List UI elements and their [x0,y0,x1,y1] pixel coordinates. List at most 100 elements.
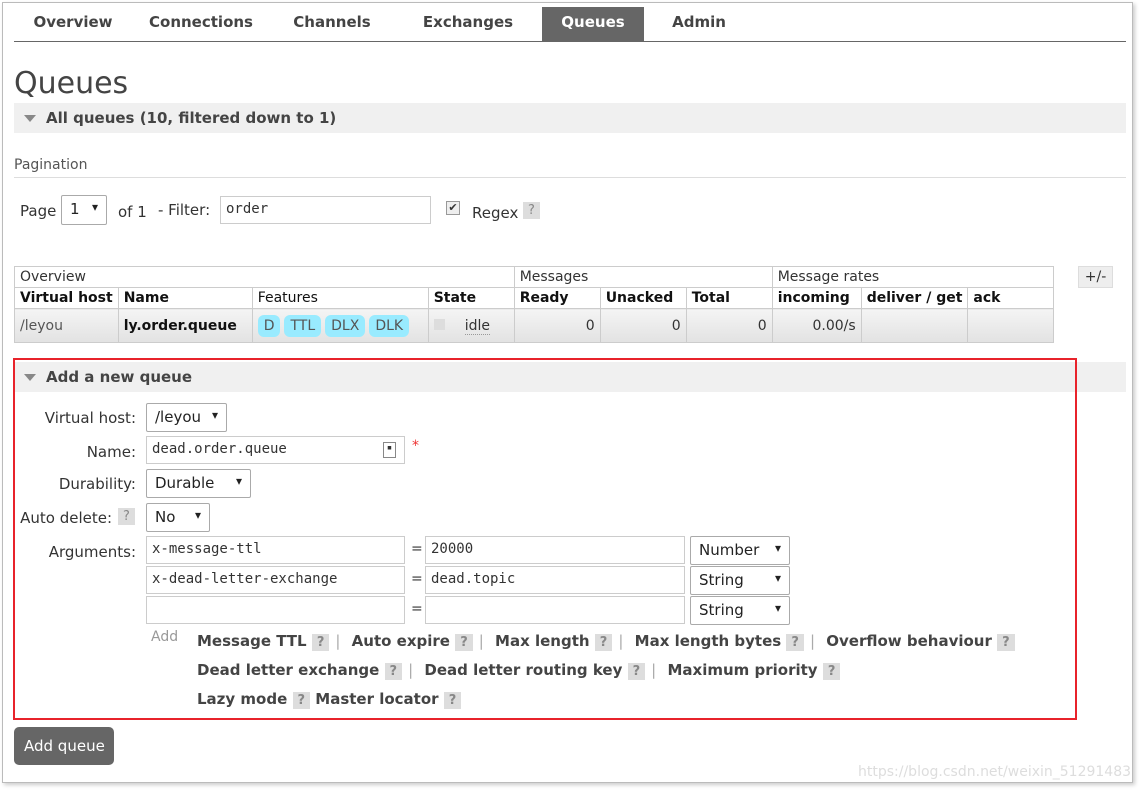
help-icon[interactable]: ? [443,692,462,709]
argument-shortcuts-row: Message TTL ? | Auto expire ? | Max length… [197,632,1015,651]
col-ack[interactable]: ack [967,287,1055,309]
durability-value: Durable [155,474,215,492]
argument-shortcuts-row: Dead letter exchange ? | Dead letter rout… [197,661,841,680]
add-argument-label: Add [151,629,179,645]
help-icon[interactable]: ? [311,634,330,651]
section-title: All queues (10, filtered down to 1) [46,109,337,127]
triangle-down-icon [24,115,36,122]
col-name[interactable]: Name [117,287,253,309]
col-unacked[interactable]: Unacked [599,287,687,309]
regex-checkbox[interactable]: ✔ [446,201,460,215]
feature-badge-dlx: DLX [325,314,366,337]
feature-badge-dlk: DLK [369,314,410,337]
help-icon[interactable]: ? [786,634,804,651]
col-incoming[interactable]: incoming [771,287,862,309]
name-label: Name: [86,443,136,461]
argument-key-input[interactable] [146,596,405,624]
queue-name-link[interactable]: ly.order.queue [117,308,253,343]
queues-table: Overview Messages Message rates Virtual ho… [14,266,1055,343]
help-icon[interactable]: ? [627,663,646,680]
regex-label: Regex [472,204,519,222]
required-marker: * [412,438,419,454]
cell-ack [967,308,1055,343]
top-nav: Overview Connections Channels Exchanges … [14,7,1126,42]
equals-sign: = [411,541,423,557]
option-lazy-mode[interactable]: Lazy mode [197,690,287,708]
auto-delete-label: Auto delete: [20,509,112,527]
group-rates: Message rates [771,266,1055,288]
tab-connections[interactable]: Connections [132,7,270,41]
help-icon[interactable]: ? [822,663,841,680]
page-label: Page [20,202,57,220]
help-icon[interactable]: ? [594,634,613,651]
cell-ready: 0 [513,308,601,343]
state-value: idle [464,317,490,335]
auto-delete-select[interactable]: No [146,503,210,532]
option-master-locator[interactable]: Master locator [315,690,438,708]
pagination-label: Pagination [14,157,1126,178]
help-icon[interactable]: ? [455,634,473,651]
option-dead-letter-routing-key[interactable]: Dead letter routing key [424,661,622,679]
col-total[interactable]: Total [685,287,773,309]
feature-badge-ttl: TTL [284,314,322,337]
vhost-label: Virtual host: [44,409,136,427]
col-features: Features [251,287,429,309]
argument-type-select[interactable]: Number [690,536,790,565]
durability-label: Durability: [58,475,136,493]
cell-incoming: 0.00/s [771,308,862,343]
queue-name-value: dead.order.queue [152,441,287,457]
option-overflow-behaviour[interactable]: Overflow behaviour [826,632,992,650]
autofill-icon[interactable]: ▪ [383,442,396,458]
option-max-length-bytes[interactable]: Max length bytes [635,632,782,650]
cell-features: D TTL DLX DLK [251,308,429,343]
option-dead-letter-exchange[interactable]: Dead letter exchange [197,661,379,679]
all-queues-toggle[interactable]: All queues (10, filtered down to 1) [14,103,1126,133]
auto-delete-help-icon[interactable]: ? [118,508,135,525]
argument-key-input[interactable]: x-message-ttl [146,536,405,564]
col-deliver[interactable]: deliver / get [860,287,969,309]
feature-badge-durable: D [257,314,281,337]
option-max-length[interactable]: Max length [495,632,590,650]
col-ready[interactable]: Ready [513,287,601,309]
cell-vhost: /leyou [14,308,119,343]
argument-type-value: String [699,571,744,589]
queue-name-input[interactable]: dead.order.queue ▪ [146,436,405,464]
argument-type-value: Number [699,541,760,559]
option-auto-expire[interactable]: Auto expire [352,632,450,650]
durability-select[interactable]: Durable [146,469,251,498]
page-value: 1 [70,200,80,218]
vhost-select[interactable]: /leyou [146,403,227,432]
vhost-value: /leyou [155,408,202,426]
filter-label: - Filter: [158,201,211,219]
tab-overview[interactable]: Overview [14,7,132,41]
argument-shortcuts-row: Lazy mode ? Master locator ? [197,690,462,709]
tab-exchanges[interactable]: Exchanges [394,7,542,41]
option-maximum-priority[interactable]: Maximum priority [667,661,817,679]
help-icon[interactable]: ? [997,634,1015,651]
argument-type-select[interactable]: String [690,566,790,595]
help-icon[interactable]: ? [384,663,403,680]
arguments-label: Arguments: [48,543,136,561]
tab-queues[interactable]: Queues [542,7,644,41]
help-icon[interactable]: ? [292,692,311,709]
argument-type-select[interactable]: String [690,596,790,625]
tab-channels[interactable]: Channels [270,7,394,41]
regex-help-icon[interactable]: ? [523,202,540,219]
equals-sign: = [411,601,423,617]
col-state[interactable]: State [427,287,515,309]
state-indicator-icon [433,318,445,330]
table-row[interactable]: /leyou ly.order.queue D TTL DLX DLK idle 0 … [14,308,1055,343]
argument-value-input[interactable]: dead.topic [425,566,685,594]
argument-key-input[interactable]: x-dead-letter-exchange [146,566,405,594]
auto-delete-value: No [155,508,176,526]
option-message-ttl[interactable]: Message TTL [197,632,307,650]
col-vhost[interactable]: Virtual host [14,287,119,309]
page-title: Queues [14,66,129,101]
page-select[interactable]: 1 [61,195,107,225]
filter-input[interactable]: order [220,196,431,224]
argument-value-input[interactable] [425,596,685,624]
argument-value-input[interactable]: 20000 [425,536,685,564]
tab-admin[interactable]: Admin [644,7,754,41]
columns-toggle-button[interactable]: +/- [1078,266,1113,288]
add-queue-button[interactable]: Add queue [14,727,114,765]
